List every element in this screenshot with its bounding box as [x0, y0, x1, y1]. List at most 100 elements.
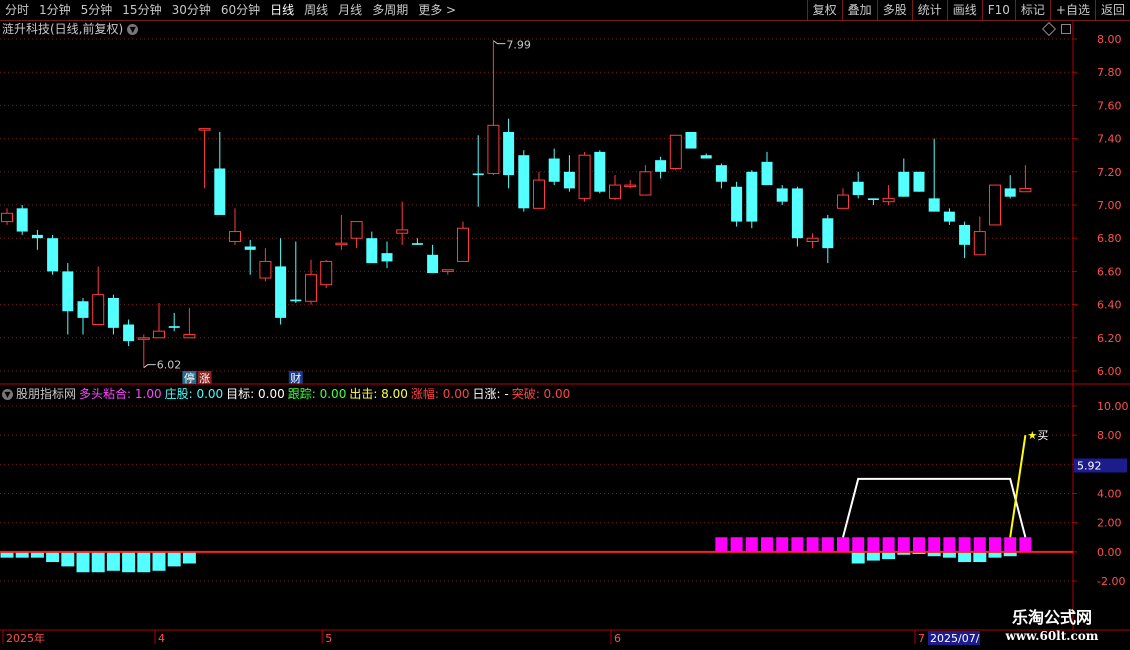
toolbar-button[interactable]: 复权	[806, 0, 842, 20]
candle-body	[913, 171, 925, 192]
time-tick-label: 4	[158, 632, 165, 645]
candle-body	[1019, 187, 1032, 193]
period-tab[interactable]: 30分钟	[167, 0, 216, 20]
indicator-tick-label: -2.00	[1097, 575, 1125, 588]
time-tick-label: 2025年	[6, 631, 45, 645]
histogram-bar	[76, 551, 90, 573]
square-icon[interactable]	[1061, 24, 1071, 34]
high-marker	[493, 40, 506, 45]
candle-body	[655, 160, 667, 172]
event-marker-label: 涨	[199, 372, 210, 385]
period-tab[interactable]: 多周期	[367, 0, 413, 20]
time-tick-label: 5	[325, 632, 332, 645]
chevron-down-icon[interactable]: ▼	[127, 24, 139, 35]
toolbar: 分时 1分钟 5分钟 15分钟 30分钟 60分钟 日线 周线 月线 多周期 更多 > 复权 叠加 多股…	[0, 0, 1130, 21]
price-tick-label: 6.00	[1097, 365, 1122, 378]
candle-body	[943, 211, 955, 222]
candle-body	[791, 188, 803, 239]
toolbar-button[interactable]: 叠加	[841, 0, 877, 20]
period-tab[interactable]: 月线	[333, 0, 367, 20]
chevron-down-icon[interactable]: ▼	[2, 389, 13, 400]
candle-body	[533, 179, 545, 209]
candle-body	[31, 234, 43, 239]
toolbar-button[interactable]: 画线	[946, 0, 982, 20]
candle-body	[335, 242, 348, 246]
time-tick-label: 6	[614, 632, 621, 645]
candle-body	[62, 271, 74, 312]
chart-canvas[interactable]: 8.00 7.80 7.60 7.40 7.20 7.00 6.80 6.60 6.40 6.20…	[0, 0, 1130, 650]
candle-body	[107, 297, 119, 328]
candle-body	[472, 173, 484, 176]
price-tick-label: 6.80	[1097, 232, 1122, 245]
period-tab[interactable]: 周线	[299, 0, 333, 20]
histogram-bar	[122, 551, 136, 573]
toolbar-button[interactable]: 标记	[1014, 0, 1050, 20]
candle-body	[77, 301, 89, 318]
signal-bar	[943, 537, 956, 552]
period-tab[interactable]: 15分钟	[117, 0, 166, 20]
histogram-bar	[46, 551, 60, 563]
event-marker-label: 财	[290, 371, 301, 385]
histogram-bar	[91, 551, 105, 573]
candle-body	[776, 188, 788, 202]
candle-body	[959, 224, 971, 245]
candle-body	[761, 161, 773, 186]
period-tab[interactable]: 更多 >	[413, 0, 461, 20]
period-tabs: 分时 1分钟 5分钟 15分钟 30分钟 60分钟 日线 周线 月线 多周期 更多 >	[0, 0, 461, 20]
toolbar-button[interactable]: 返回	[1094, 0, 1130, 20]
toolbar-button[interactable]: 统计	[911, 0, 947, 20]
candle-body	[503, 131, 515, 176]
candle-body	[518, 155, 530, 209]
candle-body	[47, 238, 59, 272]
candle-body	[806, 237, 819, 243]
toolbar-button[interactable]: 多股	[876, 0, 912, 20]
star-icon: ★	[1027, 429, 1037, 442]
candle-body	[548, 158, 560, 182]
candle-body	[457, 227, 469, 262]
candle-body	[487, 124, 500, 174]
price-tick-label: 7.80	[1097, 66, 1122, 79]
signal-bar	[867, 537, 880, 552]
histogram-bar	[137, 551, 151, 573]
candle-body	[700, 155, 712, 159]
candle-body	[639, 171, 652, 196]
period-tab[interactable]: 5分钟	[76, 0, 118, 20]
candle-body	[1004, 188, 1016, 197]
period-tab[interactable]: 分时	[0, 0, 34, 20]
candle-body	[168, 326, 180, 328]
indicator-fields: 多头粘合: 1.00 庄股: 0.00 目标: 0.00 跟踪: 0.00 出击: 8.…	[79, 387, 573, 401]
indicator-field: 目标: 0.00	[226, 387, 285, 401]
period-tab[interactable]: 日线	[265, 0, 299, 20]
candle-body	[441, 269, 454, 272]
period-tab[interactable]: 1分钟	[34, 0, 76, 20]
time-tick-label: 7	[918, 632, 925, 645]
indicator-field: 多头粘合: 1.00	[79, 387, 162, 401]
candle-body	[609, 184, 621, 199]
candle-body	[366, 238, 378, 264]
signal-bar	[913, 537, 925, 552]
candle-body	[92, 294, 105, 326]
candle-body	[669, 134, 682, 169]
price-tick-label: 7.60	[1097, 99, 1122, 112]
candle-body	[305, 274, 317, 302]
candle-body	[882, 197, 895, 203]
buy-signal-label: 买	[1037, 429, 1048, 442]
candle-body	[715, 165, 727, 182]
signal-bar	[973, 537, 986, 552]
candle-body	[867, 198, 879, 201]
candle-body	[731, 186, 743, 222]
price-tick-label: 7.00	[1097, 199, 1122, 212]
toolbar-button[interactable]: F10	[981, 0, 1015, 20]
histogram-bar	[973, 551, 987, 563]
signal-bar	[882, 537, 895, 552]
tool-buttons: 复权 叠加 多股 统计 画线 F10 标记 +自选 返回	[806, 0, 1130, 20]
candle-body	[989, 184, 1001, 226]
indicator-field: 涨幅: 0.00	[410, 387, 470, 401]
period-tab[interactable]: 60分钟	[216, 0, 265, 20]
candle-body	[563, 171, 575, 189]
low-marker	[143, 364, 156, 369]
candle-body	[1, 212, 13, 223]
histogram-bar	[106, 551, 120, 571]
signal-bar	[821, 537, 834, 552]
toolbar-button[interactable]: +自选	[1049, 0, 1095, 20]
